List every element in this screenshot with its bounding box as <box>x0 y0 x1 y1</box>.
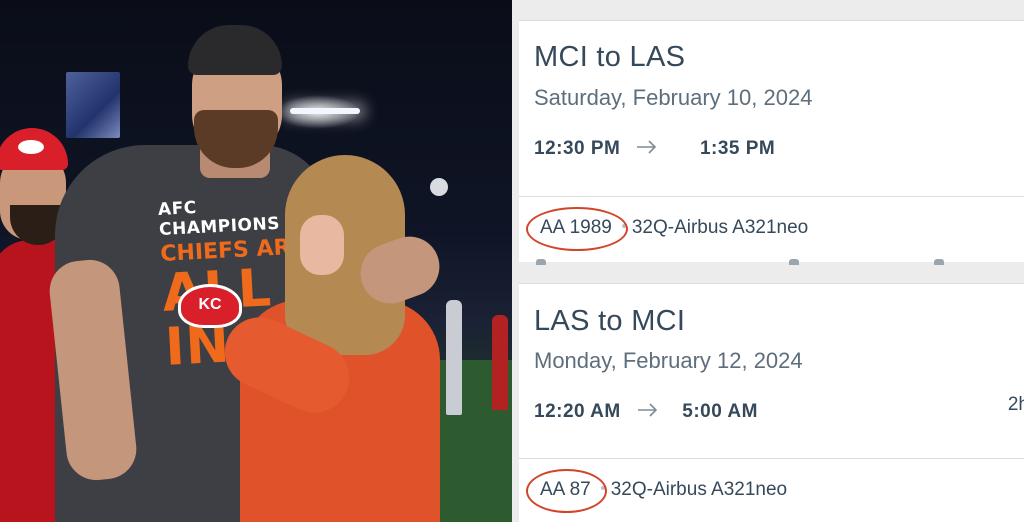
flight-details-row: AA 1989 32Q-Airbus A321neo <box>526 207 809 251</box>
aircraft-type: 32Q-Airbus A321neo <box>631 217 809 238</box>
aircraft-type: 32Q-Airbus A321neo <box>610 479 788 500</box>
left-man-cap <box>0 128 68 170</box>
stadium-lamp <box>430 178 448 196</box>
flight-times: 12:20 AM 5:00 AM <box>534 401 758 423</box>
background-person <box>446 300 462 415</box>
arrival-time: 5:00 AM <box>682 401 758 422</box>
flight-details-row: AA 87 32Q-Airbus A321neo <box>526 469 788 513</box>
departure-time: 12:20 AM <box>534 401 621 422</box>
flight-itinerary-panel: MCI to LAS Saturday, February 10, 2024 1… <box>512 0 1024 522</box>
flight-card-return[interactable]: LAS to MCI Monday, February 12, 2024 12:… <box>519 283 1024 522</box>
stadium-scoreboard <box>66 72 120 138</box>
card-divider <box>519 458 1024 459</box>
chiefs-logo-icon: KC <box>178 284 242 328</box>
card-divider <box>519 196 1024 197</box>
right-arrow-icon <box>636 138 658 160</box>
flight-times: 12:30 PM 1:35 PM <box>534 138 775 160</box>
clipped-icon <box>934 259 944 265</box>
arrival-time: 1:35 PM <box>699 138 776 159</box>
flight-number: AA 1989 <box>526 207 628 251</box>
clipped-icon <box>789 259 799 265</box>
celebration-photo: AFC CHAMPIONS CHIEFS ARE ALL IN KC <box>0 0 512 522</box>
flight-date: Monday, February 12, 2024 <box>534 348 803 373</box>
main-man-cap <box>188 25 282 75</box>
woman-face <box>300 215 344 275</box>
flight-date: Saturday, February 10, 2024 <box>534 85 813 110</box>
clipped-icon-row <box>534 259 1024 265</box>
right-arrow-icon <box>637 401 659 423</box>
flight-number: AA 87 <box>526 469 607 513</box>
flight-duration: 2h <box>1007 394 1024 415</box>
annotation-circle <box>526 207 628 251</box>
stadium-light <box>290 108 360 114</box>
background-person <box>492 315 508 410</box>
annotation-circle <box>526 469 607 513</box>
clipped-icon <box>536 259 546 265</box>
route-title: LAS to MCI <box>534 305 686 337</box>
flight-card-outbound[interactable]: MCI to LAS Saturday, February 10, 2024 1… <box>519 20 1024 265</box>
departure-time: 12:30 PM <box>534 138 621 159</box>
route-title: MCI to LAS <box>534 41 686 73</box>
